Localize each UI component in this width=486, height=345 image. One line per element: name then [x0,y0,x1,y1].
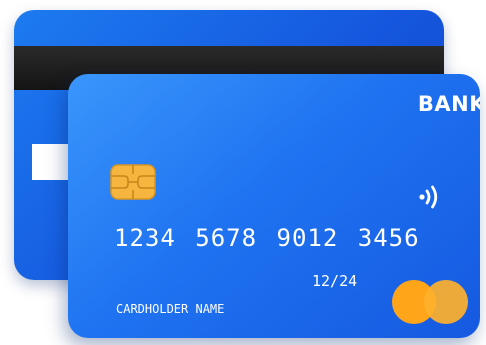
card-network-logo-icon [392,280,468,324]
expiry-date: 12/24 [312,272,358,290]
network-logo-right-circle [424,280,468,324]
cardholder-name: CARDHOLDER NAME [116,302,225,316]
card-front: BANK 1234 5678 9012 3456 12/24 CARDHOLDE… [68,74,480,338]
credit-card-illustration: BANK 1234 5678 9012 3456 12/24 CARDHOLDE… [0,0,486,345]
bank-name: BANK [417,92,480,116]
contactless-icon [419,185,438,209]
card-number: 1234 5678 9012 3456 [114,224,420,252]
chip-icon [110,164,156,200]
